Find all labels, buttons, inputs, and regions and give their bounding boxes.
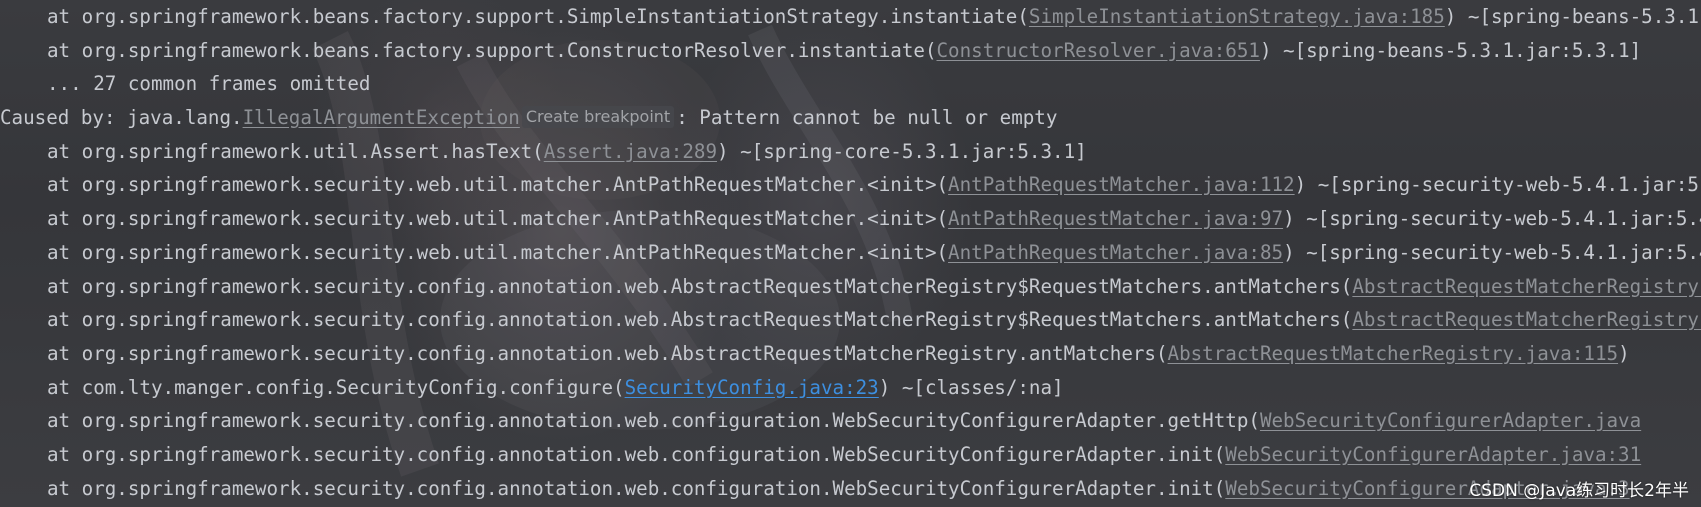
stack-frame-line: at org.springframework.security.config.a… [0, 438, 1701, 472]
line-prefix: at org.springframework.security.config.a… [47, 308, 1353, 332]
caused-by-line: Caused by: java.lang.IllegalArgumentExce… [0, 101, 1701, 135]
stack-frame-line: at org.springframework.beans.factory.sup… [0, 0, 1701, 34]
stack-frame-line: at org.springframework.security.web.util… [0, 202, 1701, 236]
line-prefix: at org.springframework.security.config.a… [47, 476, 1226, 500]
line-prefix: at org.springframework.security.config.a… [47, 442, 1226, 466]
line-prefix: at org.springframework.security.config.a… [47, 341, 1168, 365]
watermark: CSDN @Java练习时长2年半 [1469, 481, 1689, 501]
stack-frame-line: ... 27 common frames omitted [0, 67, 1701, 101]
stack-frame-line: at org.springframework.security.config.a… [0, 270, 1701, 304]
source-file-link[interactable]: AbstractRequestMatcherRegistry.java:115 [1168, 342, 1619, 365]
line-suffix: ) [1618, 341, 1630, 365]
source-file-link[interactable]: ConstructorResolver.java:651 [937, 39, 1260, 62]
line-suffix: ) ~[spring-security-web-5.4.1.jar:5.4.1] [1294, 173, 1701, 197]
source-file-link[interactable]: WebSecurityConfigurerAdapter.java:31 [1225, 443, 1641, 466]
source-file-link[interactable]: AntPathRequestMatcher.java:85 [948, 241, 1283, 264]
line-suffix: ) ~[spring-security-web-5.4.1.jar:5.4.1] [1283, 240, 1701, 264]
stack-frame-line: at org.springframework.security.web.util… [0, 168, 1701, 202]
source-file-link[interactable]: AbstractRequestMatcherRegistry.java [1352, 275, 1701, 298]
stack-frame-line: at org.springframework.security.web.util… [0, 236, 1701, 270]
stack-frame-line: at com.lty.manger.config.SecurityConfig.… [0, 371, 1701, 405]
line-prefix: at org.springframework.security.web.util… [47, 240, 949, 264]
stack-frame-line: at org.springframework.security.config.a… [0, 472, 1701, 506]
source-file-link[interactable]: AntPathRequestMatcher.java:97 [948, 207, 1283, 230]
line-prefix: at org.springframework.util.Assert.hasTe… [47, 139, 544, 163]
line-prefix: at org.springframework.security.config.a… [47, 274, 1353, 298]
line-suffix: ) ~[spring-core-5.3.1.jar:5.3.1] [717, 139, 1087, 163]
source-file-link[interactable]: AbstractRequestMatcherRegistry.java [1352, 308, 1701, 331]
line-suffix: : Pattern cannot be null or empty [676, 106, 1058, 130]
source-file-link[interactable]: WebSecurityConfigurerAdapter.java [1260, 409, 1641, 432]
create-breakpoint-tooltip[interactable]: Create breakpoint [521, 106, 675, 129]
source-file-link[interactable]: Assert.java:289 [544, 140, 717, 163]
stack-frame-line: at org.springframework.util.Assert.hasTe… [0, 135, 1701, 169]
line-suffix: ) ~[spring-beans-5.3.1.jar:5.3.1] [1259, 38, 1642, 62]
line-suffix: ) ~[spring-beans-5.3.1.jar:5.3.1] [1444, 5, 1701, 28]
stack-frame-line: at org.springframework.security.config.a… [0, 337, 1701, 371]
console-output[interactable]: at org.springframework.beans.factory.sup… [0, 0, 1701, 507]
line-prefix: at org.springframework.security.web.util… [47, 207, 949, 231]
line-suffix: ) ~[classes/:na] [878, 375, 1064, 399]
line-suffix: ) ~[spring-security-web-5.4.1.jar:5.4.1] [1283, 207, 1701, 231]
stack-trace: at org.springframework.beans.factory.sup… [0, 0, 1701, 505]
line-prefix: at org.springframework.beans.factory.sup… [47, 38, 937, 62]
line-prefix: ... 27 common frames omitted [47, 72, 371, 96]
stack-frame-line: at org.springframework.beans.factory.sup… [0, 34, 1701, 68]
exception-class-link[interactable]: IllegalArgumentException [243, 106, 520, 129]
stack-frame-line: at org.springframework.security.config.a… [0, 303, 1701, 337]
line-prefix: at org.springframework.beans.factory.sup… [47, 5, 1029, 28]
line-prefix: at org.springframework.security.config.a… [47, 409, 1260, 433]
source-file-link[interactable]: SimpleInstantiationStrategy.java:185 [1029, 5, 1445, 28]
line-prefix: at com.lty.manger.config.SecurityConfig.… [47, 375, 625, 399]
stack-frame-line: at org.springframework.security.config.a… [0, 404, 1701, 438]
line-prefix: at org.springframework.security.web.util… [47, 173, 949, 197]
source-file-link[interactable]: AntPathRequestMatcher.java:112 [948, 173, 1295, 196]
source-file-link[interactable]: SecurityConfig.java:23 [625, 376, 879, 399]
line-prefix: Caused by: java.lang. [0, 106, 243, 130]
